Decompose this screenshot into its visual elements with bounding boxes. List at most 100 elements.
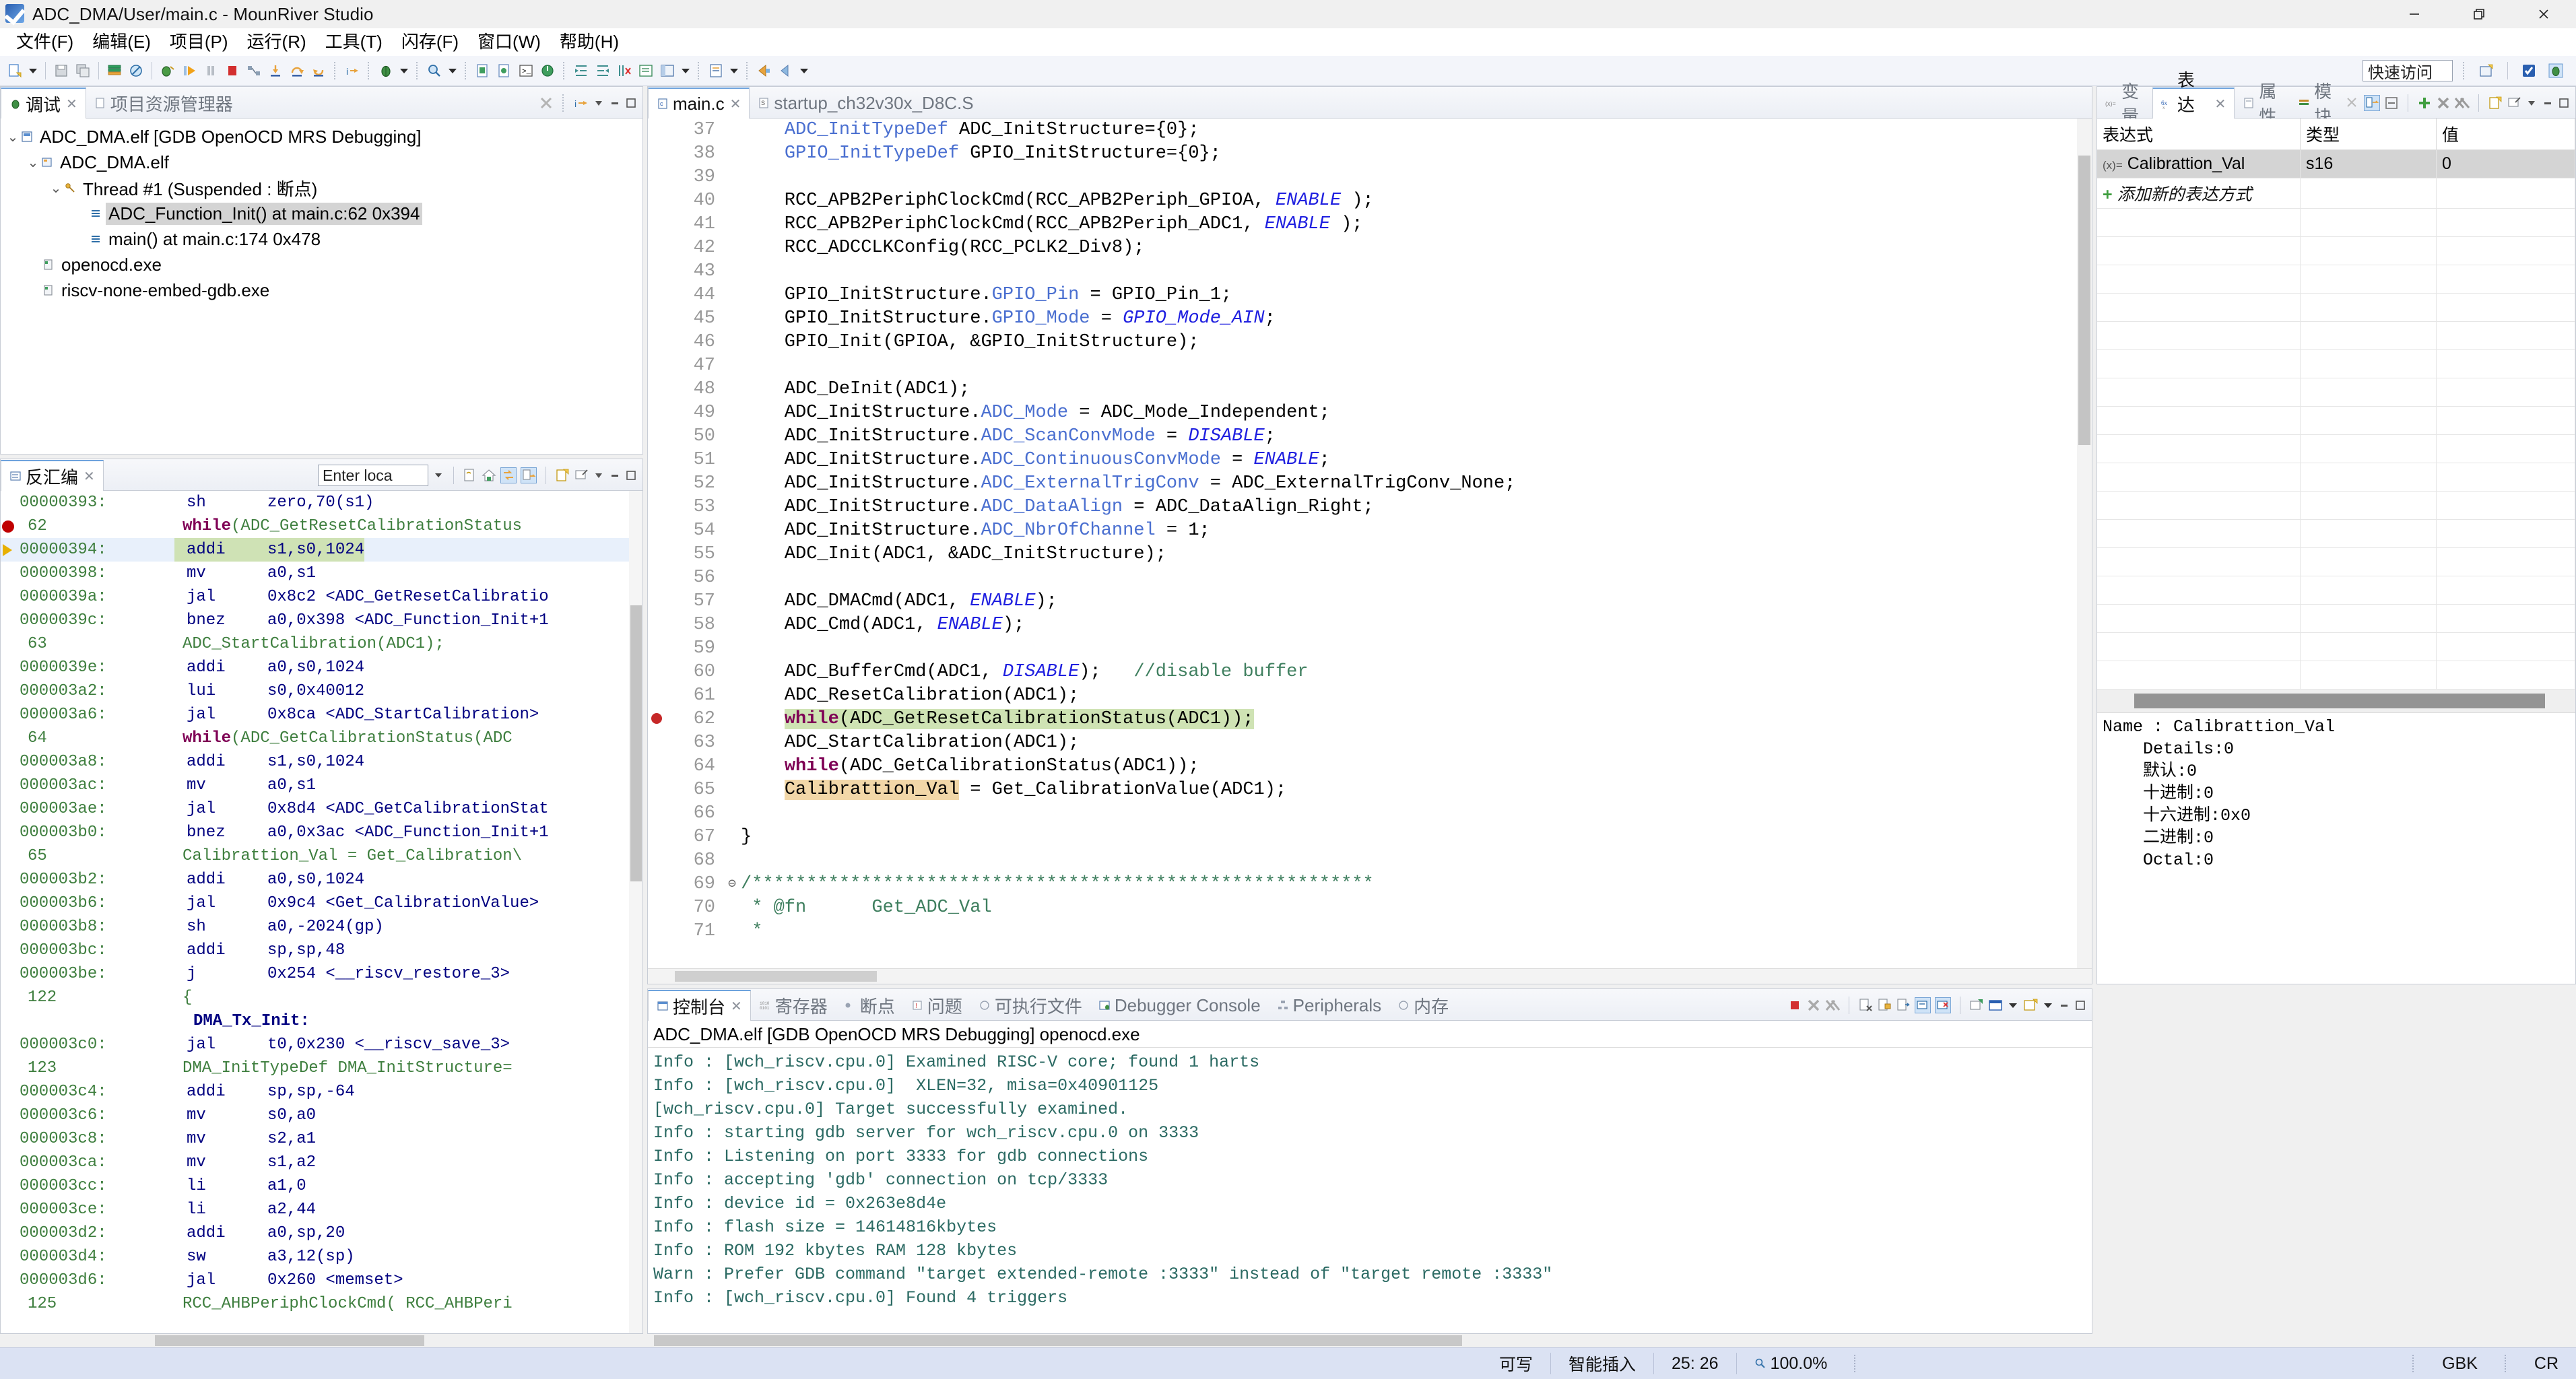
disassembly-marker-slot[interactable]	[1, 1245, 20, 1269]
editor-code-line[interactable]: ADC_InitStructure.ADC_ScanConvMode = DIS…	[741, 425, 2092, 448]
editor-code-line[interactable]: ADC_DeInit(ADC1);	[741, 378, 2092, 401]
editor-code-line[interactable]	[741, 354, 2092, 378]
goto-frame-icon[interactable]: i	[574, 96, 589, 110]
open-console-icon[interactable]	[2023, 998, 2038, 1013]
disassembly-marker-slot[interactable]	[1, 915, 20, 939]
tab-console[interactable]: 控制台 ✕	[648, 990, 751, 1021]
editor-annotation-slot[interactable]	[648, 307, 667, 331]
disassembly-marker-slot[interactable]	[1, 821, 20, 844]
editor-hscroll-thumb[interactable]	[675, 971, 877, 982]
editor-annotation-slot[interactable]	[648, 448, 667, 472]
editor-annotation-ruler[interactable]	[648, 119, 667, 968]
editor-code-line[interactable]: GPIO_InitTypeDef GPIO_InitStructure={0};	[741, 142, 2092, 166]
disassembly-source-row[interactable]: 63 ADC_StartCalibration(ADC1);	[1, 632, 642, 656]
editor-annotation-slot[interactable]	[648, 119, 667, 142]
minimize-view-icon[interactable]	[609, 469, 621, 481]
editor-scrollbar-vertical[interactable]	[2077, 119, 2092, 968]
tab-properties[interactable]: 属性	[2235, 81, 2290, 127]
step-return-icon[interactable]	[308, 59, 329, 82]
disassembly-marker-slot[interactable]	[1, 844, 20, 868]
disassembly-instruction-row[interactable]: 00000398: mv a0,s1	[1, 562, 642, 585]
collapse-all-icon[interactable]	[2384, 96, 2399, 110]
disassembly-marker-slot[interactable]	[1, 1033, 20, 1056]
menu-flash[interactable]: 闪存(F)	[392, 29, 468, 55]
perspective-dropdown-icon[interactable]	[678, 59, 693, 82]
terminate-icon[interactable]	[222, 59, 243, 82]
disassembly-instruction-row[interactable]: 000003a8: addi s1,s0,1024	[1, 750, 642, 774]
disassembly-instruction-row[interactable]: 000003b2: addi a0,s0,1024	[1, 868, 642, 892]
open-perspective-icon[interactable]	[657, 59, 678, 82]
editor-scrollbar-horizontal[interactable]	[648, 968, 2092, 984]
tab-main-c-close-icon[interactable]: ✕	[730, 96, 741, 112]
disassembly-marker-slot[interactable]	[1, 1009, 20, 1033]
editor-code-line[interactable]: RCC_APB2PeriphClockCmd(RCC_APB2Periph_AD…	[741, 213, 2092, 236]
show-console-on-error-icon[interactable]	[1935, 997, 1951, 1013]
console-output[interactable]: Info : [wch_riscv.cpu.0] Examined RISC-V…	[648, 1048, 2092, 1312]
column-value[interactable]: 值	[2436, 119, 2575, 150]
maximize-view-icon[interactable]	[2074, 999, 2086, 1011]
console-view-icon[interactable]	[635, 59, 657, 82]
disassembly-instruction-row[interactable]: 000003c0: jal t0,0x230 <__riscv_save_3>	[1, 1033, 642, 1056]
tab-variables[interactable]: (x)= 变量	[2097, 81, 2152, 127]
editor-code-line[interactable]	[741, 802, 2092, 826]
show-source-icon[interactable]	[463, 468, 477, 483]
column-expression[interactable]: 表达式	[2097, 119, 2301, 150]
editor-code-line[interactable]: ADC_BufferCmd(ADC1, DISABLE); //disable …	[741, 661, 2092, 684]
editor-annotation-slot[interactable]	[648, 755, 667, 778]
tree-item-stackframe-main[interactable]: main() at main.c:174 0x478	[1, 226, 642, 252]
disassembly-scrollbar-vertical[interactable]	[629, 491, 642, 1333]
disassembly-scroll-thumb[interactable]	[630, 605, 642, 881]
disassembly-marker-slot[interactable]	[1, 609, 20, 632]
editor-annotation-slot[interactable]	[648, 896, 667, 920]
view-menu-chevron-icon[interactable]	[593, 469, 605, 481]
disconnect-icon[interactable]	[243, 59, 265, 82]
disassembly-list[interactable]: 00000393: sh zero,70(s1) 62 while(ADC_GetRes…	[1, 491, 642, 1316]
disassembly-instruction-row[interactable]: 000003b6: jal 0x9c4 <Get_CalibrationValue>	[1, 892, 642, 915]
disassembly-instruction-row[interactable]: 00000394: addi s1,s0,1024	[1, 538, 642, 562]
tab-expressions[interactable]: 6xx 表达式 ✕	[2152, 70, 2235, 140]
save-icon[interactable]	[51, 59, 72, 82]
tab-debug-close-icon[interactable]: ✕	[66, 96, 77, 112]
download-flash-icon[interactable]	[472, 59, 494, 82]
disassembly-marker-slot[interactable]	[1, 1198, 20, 1221]
indent-in-icon[interactable]	[570, 59, 592, 82]
pin-icon[interactable]	[574, 468, 589, 483]
open-console-dropdown-icon[interactable]	[2042, 999, 2054, 1011]
debug-icon[interactable]	[157, 59, 178, 82]
disassembly-marker-slot[interactable]	[1, 986, 20, 1009]
toggle-symbols-icon[interactable]	[521, 467, 537, 483]
editor-code-line[interactable]: ADC_InitTypeDef ADC_InitStructure={0};	[741, 119, 2092, 142]
maximize-view-icon[interactable]	[625, 469, 637, 481]
menu-edit[interactable]: 编辑(E)	[83, 29, 160, 55]
editor-code-line[interactable]: ADC_Cmd(ADC1, ENABLE);	[741, 613, 2092, 637]
step-over-icon[interactable]	[286, 59, 308, 82]
editor-code-line[interactable]: /***************************************…	[741, 873, 2092, 896]
menu-run[interactable]: 运行(R)	[238, 29, 316, 55]
tab-debugger-console[interactable]: Debugger Console	[1090, 990, 1269, 1020]
editor-annotation-slot[interactable]	[648, 496, 667, 519]
pause-icon[interactable]	[200, 59, 222, 82]
editor-annotation-slot[interactable]	[648, 826, 667, 849]
disassembly-instruction-row[interactable]: 000003b8: sh a0,-2024(gp)	[1, 915, 642, 939]
editor-breakpoint-marker[interactable]	[648, 708, 667, 731]
disassembly-instruction-row[interactable]: 000003ac: mv a0,s1	[1, 774, 642, 797]
disassembly-instruction-row[interactable]: 000003c8: mv s2,a1	[1, 1127, 642, 1151]
scroll-lock-icon[interactable]	[1877, 998, 1892, 1013]
clean-icon[interactable]	[125, 59, 147, 82]
minimize-view-icon[interactable]	[2542, 97, 2554, 109]
disassembly-marker-slot[interactable]	[1, 1127, 20, 1151]
home-icon[interactable]	[482, 468, 496, 483]
disassembly-marker-slot[interactable]	[1, 585, 20, 609]
editor-code-line[interactable]: while(ADC_GetCalibrationStatus(ADC1));	[741, 755, 2092, 778]
tab-startup-s[interactable]: S startup_ch32v30x_D8C.S	[750, 88, 981, 118]
editor-code-line[interactable]: GPIO_InitStructure.GPIO_Mode = GPIO_Mode…	[741, 307, 2092, 331]
editor-code-line[interactable]	[741, 849, 2092, 873]
editor-annotation-slot[interactable]	[648, 425, 667, 448]
editor-code-line[interactable]	[741, 566, 2092, 590]
editor-fold-toggle-icon[interactable]: ⊖	[723, 873, 741, 896]
view-menu-chevron-icon[interactable]	[2525, 97, 2538, 109]
disassembly-instruction-row[interactable]: 00000393: sh zero,70(s1)	[1, 491, 642, 514]
disassembly-marker-slot[interactable]	[1, 656, 20, 679]
location-dropdown-icon[interactable]	[432, 469, 444, 481]
build-icon[interactable]	[104, 59, 125, 82]
